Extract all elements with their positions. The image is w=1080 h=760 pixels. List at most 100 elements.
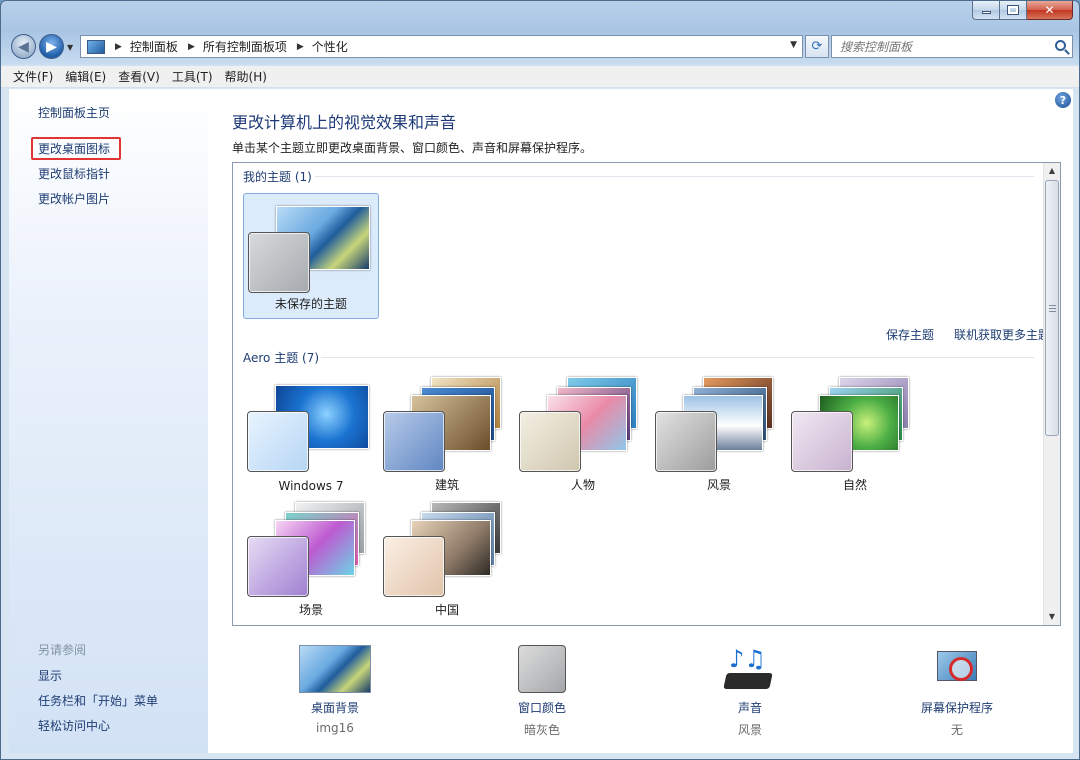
color-swatch [383, 536, 445, 597]
breadcrumb-control-panel[interactable]: 控制面板 [130, 38, 178, 55]
window-color-swatch [518, 645, 566, 693]
back-button[interactable]: ◀ [11, 34, 36, 59]
theme-nature[interactable]: 自然 [787, 373, 923, 499]
sounds-icon: ♪♫ [723, 645, 777, 693]
color-swatch [247, 536, 309, 597]
sidebar-link-account-picture[interactable]: 更改帐户图片 [38, 190, 110, 207]
grip-icon [1049, 305, 1056, 312]
setting-label: 窗口颜色 [517, 701, 566, 715]
minimize-button[interactable] [972, 1, 1000, 20]
maximize-button[interactable] [1000, 1, 1027, 20]
menu-help[interactable]: 帮助(H) [225, 68, 267, 85]
sidebar: 控制面板主页 更改桌面图标 更改鼠标指针 更改帐户图片 另请参阅 显示 任务栏和… [9, 89, 208, 753]
divider [315, 176, 1034, 177]
chevron-right-icon[interactable]: ▶ [297, 42, 304, 52]
setting-value: 暗灰色 [523, 723, 560, 737]
setting-value: 无 [950, 723, 963, 737]
see-also-ease-of-access[interactable]: 轻松访问中心 [38, 717, 110, 734]
setting-screen-saver[interactable]: 屏幕保护程序 无 [882, 645, 1032, 738]
breadcrumb-personalization[interactable]: 个性化 [312, 38, 348, 55]
setting-label: 屏幕保护程序 [920, 701, 993, 715]
search-input[interactable] [840, 39, 1050, 54]
setting-sounds[interactable]: ♪♫ 声音 风景 [675, 645, 825, 738]
setting-label: 声音 [737, 701, 762, 715]
breadcrumb-all-items[interactable]: 所有控制面板项 [203, 38, 287, 55]
maximize-icon [1007, 5, 1019, 15]
arrow-left-icon: ◀ [18, 38, 29, 55]
color-swatch [247, 411, 309, 472]
setting-value: img16 [316, 721, 354, 735]
forward-button[interactable]: ▶ [39, 34, 64, 59]
menu-view[interactable]: 查看(V) [118, 68, 160, 85]
theme-windows7[interactable]: Windows 7 [243, 373, 379, 499]
refresh-button[interactable]: ⟳ [805, 35, 829, 58]
theme-characters[interactable]: 人物 [515, 373, 651, 499]
theme-name: 自然 [842, 478, 867, 492]
theme-architecture[interactable]: 建筑 [379, 373, 515, 499]
page-title: 更改计算机上的视觉效果和声音 [232, 113, 457, 132]
page-subtitle: 单击某个主题立即更改桌面背景、窗口颜色、声音和屏幕保护程序。 [232, 141, 593, 155]
menu-file[interactable]: 文件(F) [13, 68, 53, 85]
see-also-heading: 另请参阅 [38, 643, 87, 657]
search-icon[interactable] [1055, 40, 1066, 51]
group-heading-my-themes[interactable]: 我的主题 (1) [243, 168, 312, 185]
theme-china[interactable]: 中国 [379, 498, 515, 624]
theme-name: Windows 7 [278, 479, 344, 493]
refresh-icon: ⟳ [811, 39, 823, 54]
theme-landscapes[interactable]: 风景 [651, 373, 787, 499]
close-icon: ✕ [1044, 3, 1055, 17]
recent-pages-dropdown[interactable]: ▼ [67, 43, 73, 52]
scroll-down-arrow-icon[interactable]: ▼ [1044, 609, 1060, 625]
color-swatch [248, 232, 310, 293]
see-also-display[interactable]: 显示 [38, 667, 62, 684]
scroll-up-arrow-icon[interactable]: ▲ [1044, 163, 1060, 179]
group-heading-aero-themes[interactable]: Aero 主题 (7) [243, 349, 319, 366]
search-box [831, 35, 1073, 58]
see-also-taskbar[interactable]: 任务栏和「开始」菜单 [38, 692, 158, 709]
arrow-right-icon: ▶ [46, 38, 57, 55]
main-panel: ? 更改计算机上的视觉效果和声音 单击某个主题立即更改桌面背景、窗口颜色、声音和… [208, 89, 1073, 753]
desktop-background-thumbnail [299, 645, 371, 693]
sidebar-link-home[interactable]: 控制面板主页 [38, 104, 110, 121]
theme-scenes[interactable]: 场景 [243, 498, 379, 624]
chevron-right-icon[interactable]: ▶ [115, 42, 122, 52]
scroll-thumb[interactable] [1045, 180, 1059, 436]
get-more-themes-link[interactable]: 联机获取更多主题 [954, 326, 1050, 343]
color-swatch [791, 411, 853, 472]
address-bar[interactable]: ▶ 控制面板 ▶ 所有控制面板项 ▶ 个性化 ▼ [80, 35, 803, 58]
setting-desktop-background[interactable]: 桌面背景 img16 [260, 645, 410, 735]
save-theme-link[interactable]: 保存主题 [886, 326, 934, 343]
theme-links: 保存主题 联机获取更多主题 [886, 326, 1050, 343]
theme-name: 未保存的主题 [274, 297, 347, 311]
theme-name: 中国 [434, 603, 459, 617]
help-icon[interactable]: ? [1055, 92, 1071, 108]
setting-value: 风景 [737, 723, 762, 737]
theme-name: 建筑 [434, 478, 459, 492]
personalization-window: ✕ ◀ ▶ ▼ ▶ 控制面板 ▶ 所有控制面板项 ▶ 个性化 ▼ ⟳ 文件(F)… [0, 0, 1080, 760]
theme-unsaved[interactable]: 未保存的主题 [243, 193, 379, 319]
chevron-right-icon[interactable]: ▶ [188, 42, 195, 52]
theme-name: 场景 [298, 603, 323, 617]
menu-edit[interactable]: 编辑(E) [65, 68, 106, 85]
menu-tools[interactable]: 工具(T) [172, 68, 213, 85]
minimize-icon [981, 11, 991, 14]
screen-saver-icon [933, 645, 981, 693]
close-button[interactable]: ✕ [1027, 1, 1073, 20]
theme-name: 人物 [570, 478, 595, 492]
sidebar-link-desktop-icons[interactable]: 更改桌面图标 [38, 140, 110, 157]
caption-buttons: ✕ [972, 1, 1073, 20]
theme-name: 风景 [706, 478, 731, 492]
divider [321, 357, 1034, 358]
chevron-down-icon[interactable]: ▼ [790, 40, 797, 50]
theme-list-scrollbar[interactable]: ▲ ▼ [1043, 163, 1060, 625]
theme-list: 我的主题 (1) 未保存的主题 保存主题 联机获取更多主题 Aero 主题 (7… [232, 162, 1061, 626]
sidebar-link-mouse-pointers[interactable]: 更改鼠标指针 [38, 165, 110, 182]
color-swatch [519, 411, 581, 472]
color-swatch [655, 411, 717, 472]
control-panel-icon [87, 39, 105, 54]
menu-bar: 文件(F) 编辑(E) 查看(V) 工具(T) 帮助(H) [1, 66, 1079, 88]
address-toolbar: ◀ ▶ ▼ ▶ 控制面板 ▶ 所有控制面板项 ▶ 个性化 ▼ ⟳ [9, 32, 1073, 62]
setting-window-color[interactable]: 窗口颜色 暗灰色 [467, 645, 617, 738]
color-swatch [383, 411, 445, 472]
setting-label: 桌面背景 [310, 701, 359, 715]
